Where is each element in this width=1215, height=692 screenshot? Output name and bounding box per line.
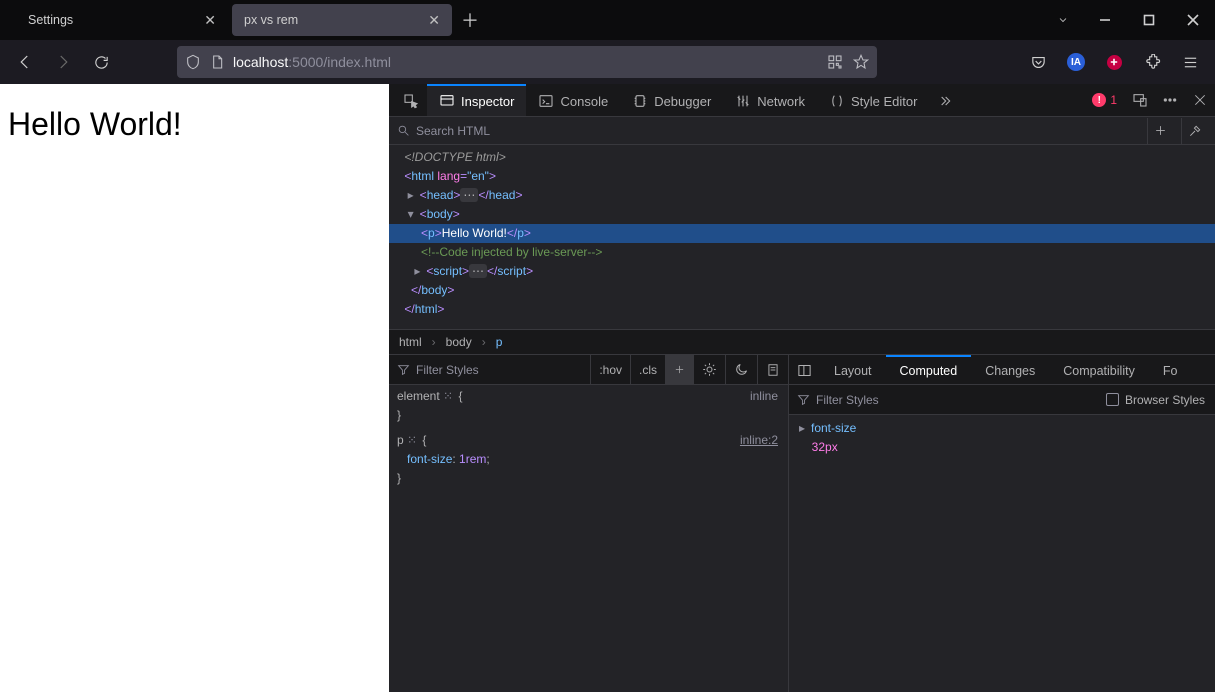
tab-changes[interactable]: Changes <box>971 355 1049 384</box>
url-text: localhost:5000/index.html <box>233 54 391 70</box>
app-menu-icon[interactable] <box>1173 45 1207 79</box>
close-icon[interactable]: ✕ <box>428 12 440 29</box>
markup-tree[interactable]: <!DOCTYPE html> <html lang="en"> ▸<head>… <box>389 145 1215 329</box>
eyedropper-icon[interactable] <box>1181 118 1207 144</box>
devtools-panel: Inspector Console Debugger Network Style… <box>389 84 1215 692</box>
meatball-menu-icon[interactable] <box>1155 84 1185 117</box>
tab-label: Console <box>560 94 608 109</box>
hov-toggle[interactable]: :hov <box>590 355 630 384</box>
tab-style-editor[interactable]: Style Editor <box>817 84 929 116</box>
light-scheme-icon[interactable] <box>693 355 725 384</box>
browser-styles-checkbox[interactable]: Browser Styles <box>1096 393 1215 407</box>
tab-console[interactable]: Console <box>526 84 620 116</box>
rules-panel: Filter Styles :hov .cls element ⁙ {inlin… <box>389 355 789 692</box>
tab-label: Style Editor <box>851 94 917 109</box>
rules-list[interactable]: element ⁙ {inline } p ⁙ {inline:2 font-s… <box>389 385 788 692</box>
pocket-icon[interactable] <box>1021 45 1055 79</box>
extensions-icon[interactable] <box>1135 45 1169 79</box>
selected-node[interactable]: <p>Hello World!</p> <box>389 224 1215 243</box>
page-heading: Hello World! <box>8 106 381 143</box>
browser-tabstrip: Settings ✕ px vs rem ✕ ＋ <box>0 0 1215 40</box>
forward-button[interactable] <box>46 45 80 79</box>
html-search-bar: Search HTML <box>389 117 1215 145</box>
side-panel-tabs: Layout Computed Changes Compatibility Fo <box>789 355 1215 385</box>
tab-computed[interactable]: Computed <box>886 355 972 384</box>
browser-navbar: localhost:5000/index.html IA <box>0 40 1215 84</box>
error-count[interactable]: !1 <box>1084 84 1125 116</box>
pick-element-button[interactable] <box>395 84 427 116</box>
crumb-html[interactable]: html <box>399 335 422 349</box>
computed-panel: Layout Computed Changes Compatibility Fo… <box>789 355 1215 692</box>
tab-compatibility[interactable]: Compatibility <box>1049 355 1149 384</box>
bookmark-icon[interactable] <box>853 54 869 70</box>
dark-scheme-icon[interactable] <box>725 355 757 384</box>
tab-history-button[interactable] <box>1043 0 1083 40</box>
close-icon[interactable]: ✕ <box>204 12 216 29</box>
tab-layout[interactable]: Layout <box>820 355 886 384</box>
browser-tab-settings[interactable]: Settings ✕ <box>8 4 228 36</box>
browser-tab-pxvsrem[interactable]: px vs rem ✕ <box>232 4 452 36</box>
checkbox-icon <box>1106 393 1119 406</box>
account-badge[interactable]: IA <box>1059 45 1093 79</box>
navbar-right: IA <box>1021 45 1207 79</box>
url-bar[interactable]: localhost:5000/index.html <box>177 46 877 78</box>
print-media-icon[interactable] <box>757 355 788 384</box>
html-search-input[interactable]: Search HTML <box>397 124 1139 138</box>
reload-button[interactable] <box>84 45 118 79</box>
tab-inspector[interactable]: Inspector <box>427 84 526 116</box>
new-tab-button[interactable]: ＋ <box>456 6 484 34</box>
responsive-mode-button[interactable] <box>1125 84 1155 117</box>
crumb-body[interactable]: body <box>446 335 472 349</box>
tab-fonts[interactable]: Fo <box>1149 355 1192 384</box>
devtools-tabs: Inspector Console Debugger Network Style… <box>389 84 1215 117</box>
computed-properties[interactable]: ▸font-size 32px <box>789 415 1215 692</box>
tab-title: Settings <box>28 13 73 27</box>
notification-badge[interactable] <box>1097 45 1131 79</box>
window-controls <box>1043 0 1215 40</box>
minimize-button[interactable] <box>1083 0 1127 40</box>
tab-label: Debugger <box>654 94 711 109</box>
cls-toggle[interactable]: .cls <box>630 355 665 384</box>
toggle-side-panel-icon[interactable] <box>789 355 820 384</box>
devtools-close-button[interactable] <box>1185 84 1215 117</box>
add-rule-button[interactable] <box>665 355 693 384</box>
chevron-right-icon: › <box>482 335 486 349</box>
tab-network[interactable]: Network <box>723 84 817 116</box>
tab-debugger[interactable]: Debugger <box>620 84 723 116</box>
shield-icon <box>185 54 201 70</box>
chevron-right-icon: › <box>432 335 436 349</box>
add-node-button[interactable] <box>1147 118 1173 144</box>
tab-label: Inspector <box>461 94 514 109</box>
tab-title: px vs rem <box>244 13 298 27</box>
back-button[interactable] <box>8 45 42 79</box>
maximize-button[interactable] <box>1127 0 1171 40</box>
tab-label: Network <box>757 94 805 109</box>
computed-filter-input[interactable]: Filter Styles <box>789 393 1096 407</box>
more-tools-button[interactable] <box>929 84 961 116</box>
window-close-button[interactable] <box>1171 0 1215 40</box>
qr-icon[interactable] <box>827 54 843 70</box>
page-icon <box>209 54 225 70</box>
rules-filter-input[interactable]: Filter Styles <box>389 363 590 377</box>
crumb-p[interactable]: p <box>496 335 503 349</box>
breadcrumb: html › body › p <box>389 329 1215 355</box>
page-viewport: Hello World! <box>0 84 389 692</box>
